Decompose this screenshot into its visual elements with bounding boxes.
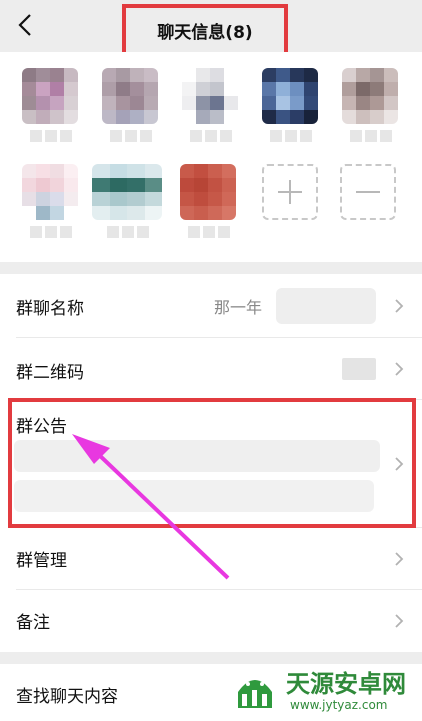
group-name-value-blurred [276, 288, 376, 324]
avatar [92, 164, 162, 220]
remark-row[interactable]: 备注 [0, 590, 422, 652]
member-item[interactable] [182, 68, 240, 144]
remove-member-button[interactable] [340, 164, 396, 220]
group-name-row[interactable]: 群聊名称 那一年 [0, 274, 422, 338]
group-name-value: 那一年 [214, 298, 263, 317]
avatar [180, 164, 236, 220]
member-item[interactable] [262, 68, 320, 144]
member-item[interactable] [92, 164, 164, 240]
android-logo-icon [238, 680, 272, 708]
avatar [342, 68, 398, 124]
member-item[interactable] [22, 68, 80, 144]
search-chat-label: 查找聊天内容 [16, 687, 118, 707]
chevron-left-icon[interactable] [12, 8, 40, 42]
avatar [102, 68, 158, 124]
avatar [182, 68, 238, 124]
group-name-label: 群聊名称 [16, 299, 84, 319]
member-item[interactable] [102, 68, 160, 144]
title-highlight-box [122, 4, 288, 56]
avatar [22, 164, 78, 220]
avatar [262, 68, 318, 124]
minus-icon [356, 191, 380, 193]
group-manage-row[interactable]: 群管理 [0, 528, 422, 590]
announcement-highlight-box [8, 398, 416, 528]
qr-code-row[interactable]: 群二维码 [0, 338, 422, 400]
group-manage-label: 群管理 [16, 551, 67, 571]
watermark-title: 天源安卓网 [286, 670, 406, 698]
chevron-right-icon [395, 299, 404, 313]
watermark: 天源安卓网 www.jytyaz.com [226, 656, 422, 721]
remark-label: 备注 [16, 613, 50, 633]
member-item[interactable] [22, 164, 80, 240]
member-grid [0, 52, 422, 262]
qr-code-label: 群二维码 [16, 363, 84, 383]
member-item[interactable] [180, 164, 238, 240]
watermark-url: www.jytyaz.com [290, 698, 388, 712]
member-item[interactable] [342, 68, 400, 144]
chevron-right-icon [395, 362, 404, 376]
qr-code-icon [342, 358, 376, 380]
avatar [22, 68, 78, 124]
chevron-right-icon [395, 552, 404, 566]
add-member-button[interactable] [262, 164, 318, 220]
chevron-right-icon [395, 614, 404, 628]
